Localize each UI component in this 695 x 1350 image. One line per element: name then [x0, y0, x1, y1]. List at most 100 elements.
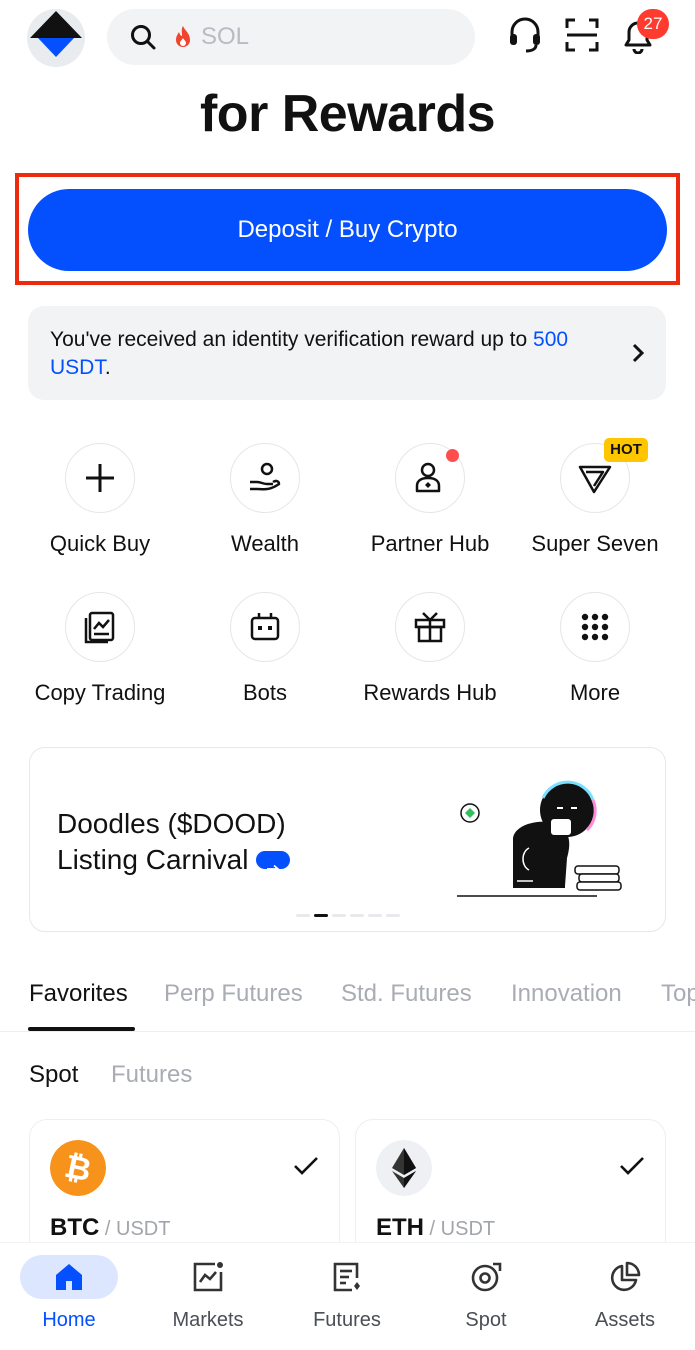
support-headset-icon[interactable] — [507, 16, 543, 54]
tab-std-futures[interactable]: Std. Futures — [341, 980, 472, 1008]
rewards-hub-icon-circle — [395, 592, 465, 662]
quick-action-label: Rewards Hub — [363, 680, 497, 705]
verification-reward-notice[interactable]: You've received an identity verification… — [28, 306, 666, 400]
market-tabs: Favorites Perp Futures Std. Futures Inno… — [0, 970, 695, 1032]
active-tab-indicator — [28, 1027, 135, 1031]
super-seven-icon — [578, 465, 612, 494]
notice-message: You've received an identity verification… — [50, 328, 534, 351]
tab-perp-futures[interactable]: Perp Futures — [164, 980, 303, 1008]
quick-action-label: Partner Hub — [370, 531, 490, 556]
spot-icon-box — [436, 1255, 536, 1299]
futures-icon — [333, 1262, 360, 1292]
coin-symbol: ETH — [376, 1214, 424, 1241]
page-dot — [368, 914, 382, 917]
quick-action-label: More — [569, 680, 621, 705]
page-dot — [386, 914, 400, 917]
notice-suffix: . — [104, 356, 111, 379]
bitcoin-icon: ₿ — [50, 1140, 106, 1196]
gift-icon — [414, 612, 446, 643]
banner-line-1: Doodles ($DOOD) — [57, 808, 286, 839]
hero-title: for Rewards — [199, 85, 496, 143]
quick-action-label: Copy Trading — [34, 680, 166, 705]
partner-hub-icon-circle — [395, 443, 465, 513]
bots-icon-circle — [230, 592, 300, 662]
futures-icon-box — [297, 1255, 397, 1299]
assets-icon-box — [575, 1255, 675, 1299]
banner-pagination — [296, 914, 400, 917]
hot-badge: HOT — [604, 438, 648, 462]
markets-icon — [193, 1262, 223, 1292]
bottom-navigation: Home Markets Futures Spot Assets — [0, 1242, 695, 1350]
nav-futures[interactable]: Futures — [297, 1255, 397, 1332]
fire-icon — [176, 26, 190, 47]
quick-action-super-seven[interactable]: Super Seven — [515, 443, 675, 557]
wealth-icon-circle — [230, 443, 300, 513]
coin-pair: ETH / USDT — [376, 1214, 495, 1242]
nav-spot[interactable]: Spot — [436, 1255, 536, 1332]
bot-icon — [250, 613, 280, 641]
app-logo-icon[interactable] — [27, 9, 85, 67]
search-placeholder: SOL — [201, 23, 250, 50]
coin-symbol: BTC — [50, 1214, 100, 1241]
coin-quote: / USDT — [424, 1218, 496, 1240]
banner-line-2-row: Listing Carnival — [57, 842, 291, 878]
promo-banner[interactable]: Doodles ($DOOD) Listing Carnival — [29, 747, 666, 932]
subtab-spot[interactable]: Spot — [29, 1061, 78, 1089]
quick-buy-icon-circle — [65, 443, 135, 513]
quick-action-label: Super Seven — [531, 531, 659, 556]
home-icon — [56, 1264, 82, 1290]
quick-action-partner-hub[interactable]: Partner Hub — [350, 443, 510, 557]
notice-text: You've received an identity verification… — [50, 326, 610, 382]
quick-action-copy-trading[interactable]: Copy Trading — [20, 592, 180, 706]
quick-action-bots[interactable]: Bots — [185, 592, 345, 706]
top-bar: SOL 27 — [0, 0, 695, 80]
tab-top[interactable]: Top — [661, 980, 695, 1008]
spot-icon — [471, 1262, 502, 1292]
grid-dots-icon — [581, 613, 609, 641]
scan-icon[interactable] — [564, 16, 600, 54]
nav-markets[interactable]: Markets — [158, 1255, 258, 1332]
check-icon[interactable] — [293, 1156, 319, 1176]
banner-line-2: Listing Carnival — [57, 844, 249, 875]
notification-badge: 27 — [637, 9, 669, 39]
quick-action-label: Quick Buy — [49, 531, 151, 556]
nav-label: Spot — [465, 1309, 507, 1331]
ethereum-icon — [376, 1140, 432, 1196]
coin-pair: BTC / USDT — [50, 1214, 170, 1242]
new-dot — [446, 449, 459, 462]
quick-action-label: Wealth — [230, 531, 300, 556]
deposit-buy-crypto-button[interactable]: Deposit / Buy Crypto — [28, 189, 667, 271]
chevron-right-icon — [632, 343, 645, 363]
quick-action-label: Bots — [242, 680, 288, 705]
search-icon — [131, 25, 156, 50]
plus-icon — [86, 464, 114, 492]
nav-label: Futures — [313, 1309, 381, 1331]
arrow-right-icon — [256, 850, 291, 873]
nav-home[interactable]: Home — [19, 1255, 119, 1332]
nav-label: Assets — [594, 1309, 656, 1331]
nav-label: Home — [42, 1309, 96, 1331]
coin-quote: / USDT — [99, 1218, 171, 1240]
quick-action-quick-buy[interactable]: Quick Buy — [20, 443, 180, 557]
nav-label: Markets — [172, 1309, 244, 1331]
partner-hub-icon — [415, 462, 441, 493]
tab-favorites[interactable]: Favorites — [29, 980, 128, 1008]
copy-trading-icon — [84, 611, 115, 644]
tab-innovation[interactable]: Innovation — [511, 980, 622, 1008]
page-dot — [350, 914, 364, 917]
check-icon[interactable] — [619, 1156, 645, 1176]
assets-icon — [610, 1261, 641, 1292]
page-dot — [332, 914, 346, 917]
copy-trading-icon-circle — [65, 592, 135, 662]
quick-action-wealth[interactable]: Wealth — [185, 443, 345, 557]
search-bar[interactable]: SOL — [107, 9, 475, 65]
subtab-futures[interactable]: Futures — [111, 1061, 192, 1089]
page-dot-active — [314, 914, 328, 917]
markets-icon-box — [158, 1255, 258, 1299]
wealth-icon — [250, 462, 281, 491]
quick-action-rewards-hub[interactable]: Rewards Hub — [350, 592, 510, 706]
nav-assets[interactable]: Assets — [575, 1255, 675, 1332]
page-dot — [296, 914, 310, 917]
banner-title: Doodles ($DOOD) Listing Carnival — [57, 806, 291, 878]
quick-action-more[interactable]: More — [515, 592, 675, 706]
